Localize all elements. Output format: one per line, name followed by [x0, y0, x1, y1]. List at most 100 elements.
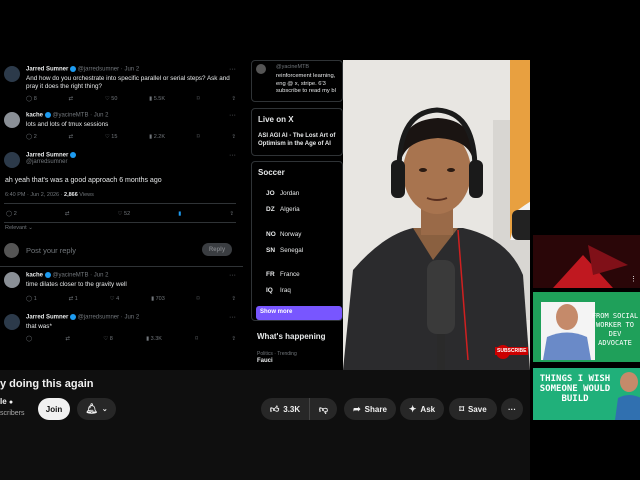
x-feed-capture: Jarred Sumner @jarredsumner · Jun 2 ··· …	[0, 60, 243, 370]
tweet-text: lots and lots of tmux sessions	[26, 121, 109, 128]
recommended-thumbnail[interactable]: THINGS I WISH SOMEONE WOULD BUILD	[533, 368, 640, 420]
share-icon[interactable]: ⇪	[229, 211, 234, 217]
more-icon[interactable]: ···	[229, 152, 236, 159]
more-icon[interactable]: ···	[229, 112, 236, 119]
soccer-card: Soccer JO Jordan DZ Algeria NO Norway SN Sen…	[251, 161, 343, 321]
tweet-actions: ◯ 2 ⇄ ♡ 15 ▮ 2.2K ⌑ ⇪	[26, 134, 236, 140]
team-row[interactable]: SN Senegal	[266, 247, 303, 254]
reply-icon[interactable]: ◯ 1	[26, 296, 37, 302]
share-button[interactable]: ➦ Share	[344, 398, 396, 420]
show-more-button[interactable]: Show more	[256, 306, 342, 320]
tweet-header: kache @yacineMTB · Jun 2	[26, 112, 109, 119]
thumbs-up-icon: 👍︎	[269, 403, 280, 414]
like-icon[interactable]: ♡ 50	[105, 96, 118, 102]
video-player[interactable]: Jarred Sumner @jarredsumner · Jun 2 ··· …	[0, 60, 530, 370]
reply-icon[interactable]: ◯ 2	[6, 211, 17, 217]
thumbnail-title: FROM SOCIAL WORKER TO DEV ADVOCATE	[591, 312, 639, 347]
whats-happening-title: What's happening	[257, 332, 326, 341]
tweet-actions: ◯ 1 ⇄ 1 ♡ 4 ▮ 703 ⌑ ⇪	[26, 296, 236, 302]
share-icon[interactable]: ⇪	[231, 96, 236, 102]
avatar	[4, 314, 20, 330]
live-card[interactable]: Live on X ASI AGI AI - The Lost Art of O…	[251, 108, 343, 156]
live-text: ASI AGI AI - The Lost Art of Optimism in…	[258, 133, 336, 147]
retweet-icon[interactable]: ⇄ 1	[69, 296, 78, 302]
tweet-text: that was*	[26, 323, 52, 330]
tweet-text: ah yeah that's was a good approach 6 mon…	[5, 177, 162, 184]
bookmark-icon[interactable]: ▮	[178, 211, 181, 217]
like-icon[interactable]: ♡ 8	[103, 336, 113, 342]
retweet-icon[interactable]: ⇄	[68, 96, 73, 102]
recommended-thumbnail[interactable]: ⋮	[533, 235, 640, 288]
team-row[interactable]: IQ Iraq	[266, 287, 291, 294]
thumbnail-more-icon[interactable]: ⋮	[630, 275, 637, 283]
live-title: Live on X	[258, 115, 294, 124]
views-icon[interactable]: ▮ 703	[151, 296, 165, 302]
divider	[4, 222, 236, 223]
bookmark-icon[interactable]: ⌑	[197, 296, 200, 302]
like-icon[interactable]: ♡ 52	[118, 211, 131, 217]
like-button[interactable]: 👍︎ 3.3K	[261, 398, 309, 420]
team-row[interactable]: JO Jordan	[266, 190, 299, 197]
save-button[interactable]: ⌑ Save	[449, 398, 497, 420]
relevant-sort[interactable]: Relevant ⌄	[5, 225, 33, 231]
thumbs-down-icon: 👎︎	[318, 403, 329, 414]
webcam-host: SUBSCRIBE	[343, 60, 530, 370]
tweet-actions: ◯ ⇄ ♡ 8 ▮ 3.3K ⌑ ⇪	[26, 336, 236, 342]
recommended-thumbnail[interactable]: FROM SOCIAL WORKER TO DEV ADVOCATE	[533, 292, 640, 362]
divider	[4, 203, 236, 204]
video-title: y doing this again	[0, 378, 94, 390]
trend-name[interactable]: Fauci	[257, 358, 273, 364]
share-icon: ➦	[353, 403, 361, 414]
more-actions-button[interactable]: ···	[501, 398, 523, 420]
dislike-button[interactable]: 👎︎	[309, 398, 337, 420]
team-row[interactable]: FR France	[266, 271, 300, 278]
reply-button[interactable]: Reply	[202, 243, 232, 256]
share-icon[interactable]: ⇪	[231, 336, 236, 342]
tweet-header: Jarred Sumner @jarredsumner · Jun 2	[26, 314, 140, 321]
profile-card: @yacineMTB reinforcement learning, eng @…	[251, 60, 343, 102]
tweet-header: Jarred Sumner @jarredsumner	[26, 152, 77, 165]
team-row[interactable]: NO Norway	[266, 231, 301, 238]
more-icon[interactable]: ···	[229, 66, 236, 73]
notifications-button[interactable]: 🔔︎ ⌄	[77, 398, 116, 420]
bookmark-icon[interactable]: ⌑	[197, 134, 200, 140]
more-icon[interactable]: ···	[229, 272, 236, 279]
channel-name[interactable]: le ●	[0, 397, 13, 406]
subscribe-badge: SUBSCRIBE	[495, 347, 529, 355]
reply-icon[interactable]: ◯ 2	[26, 134, 37, 140]
more-icon[interactable]: ···	[229, 314, 236, 321]
reply-icon[interactable]: ◯ 8	[26, 96, 37, 102]
bookmark-icon[interactable]: ⌑	[195, 336, 198, 342]
trend-meta: Politics · Trending	[257, 351, 297, 357]
tweet: Jarred Sumner @jarredsumner · Jun 2 ··· …	[4, 314, 236, 350]
webcam-guest	[510, 60, 530, 240]
avatar	[256, 64, 266, 74]
retweet-icon[interactable]: ⇄	[68, 134, 73, 140]
profile-handle: @yacineMTB	[276, 64, 310, 70]
share-icon[interactable]: ⇪	[231, 134, 236, 140]
profile-bio: reinforcement learning, eng @ x, stripe.…	[276, 73, 336, 94]
reply-input[interactable]: Post your reply	[26, 246, 76, 255]
thumbnail-art	[533, 235, 640, 288]
share-icon[interactable]: ⇪	[231, 296, 236, 302]
team-row[interactable]: DZ Algeria	[266, 206, 300, 213]
thumbnail-title: THINGS I WISH SOMEONE WOULD BUILD	[539, 374, 611, 404]
views-icon[interactable]: ▮ 3.3K	[146, 336, 162, 342]
tweet: kache @yacineMTB · Jun 2 ··· time dilate…	[4, 272, 236, 308]
retweet-icon[interactable]: ⇄	[65, 211, 70, 217]
bookmark-icon: ⌑	[459, 403, 464, 414]
join-button[interactable]: Join	[38, 398, 70, 420]
host-figure	[343, 60, 530, 370]
reply-icon[interactable]: ◯	[26, 336, 32, 342]
like-icon[interactable]: ♡ 15	[105, 134, 118, 140]
verified-icon: ●	[8, 399, 14, 406]
views-icon[interactable]: ▮ 2.2K	[149, 134, 165, 140]
tweet-meta: 6:40 PM · Jun 2, 2026 · 2,866 Views	[5, 192, 94, 198]
avatar	[4, 112, 20, 128]
retweet-icon[interactable]: ⇄	[65, 336, 70, 342]
ask-button[interactable]: ✦ Ask	[400, 398, 444, 420]
x-sidebar-capture: @yacineMTB reinforcement learning, eng @…	[251, 60, 343, 370]
like-icon[interactable]: ♡ 4	[110, 296, 120, 302]
views-icon[interactable]: ▮ 5.5K	[149, 96, 165, 102]
bookmark-icon[interactable]: ⌑	[197, 96, 200, 102]
